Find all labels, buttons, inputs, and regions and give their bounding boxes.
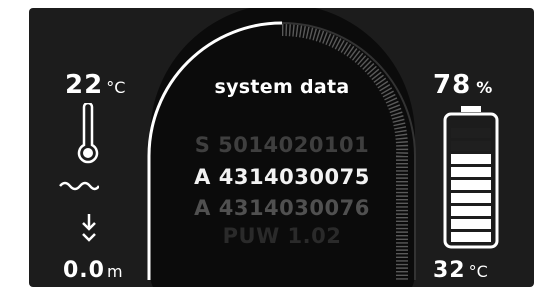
system-data-title: system data <box>214 76 350 98</box>
battery-readout: 78% <box>433 70 492 100</box>
battery-segment <box>451 167 491 177</box>
system-data-line-4: PUW 1.02 <box>222 224 342 248</box>
system-data-line-1: S 5014020101 <box>194 133 370 157</box>
battery-value: 78 <box>433 70 472 100</box>
dive-computer-screen: 22 °C 0.0 m system data S 5014020101 A 431… <box>29 8 534 287</box>
battery-segments <box>451 128 491 242</box>
battery-segment <box>451 154 491 164</box>
battery-segment <box>451 206 491 216</box>
water-wave-icon <box>59 181 99 191</box>
battery-segment <box>451 141 491 151</box>
depth-unit: m <box>106 262 123 281</box>
battery-segment <box>451 180 491 190</box>
system-data-line-2: A 4314030075 <box>194 165 370 189</box>
thermometer-icon <box>77 103 99 164</box>
battery-icon <box>443 106 499 249</box>
battery-segment <box>451 232 491 242</box>
internal-temperature: 32 °C <box>433 258 488 283</box>
battery-unit: % <box>476 78 493 97</box>
depth: 0.0 m <box>63 258 123 283</box>
descend-arrow-icon <box>82 214 96 242</box>
depth-value: 0.0 <box>63 258 105 283</box>
battery-segment <box>451 219 491 229</box>
system-data-line-3: A 4314030076 <box>194 196 370 220</box>
battery-segment <box>451 193 491 203</box>
internal-temperature-value: 32 <box>433 258 466 283</box>
battery-segment <box>451 128 491 138</box>
water-temperature-value: 22 <box>65 70 104 100</box>
water-temperature-unit: °C <box>106 78 126 97</box>
water-temperature: 22 °C <box>65 70 125 100</box>
internal-temperature-unit: °C <box>468 262 488 281</box>
